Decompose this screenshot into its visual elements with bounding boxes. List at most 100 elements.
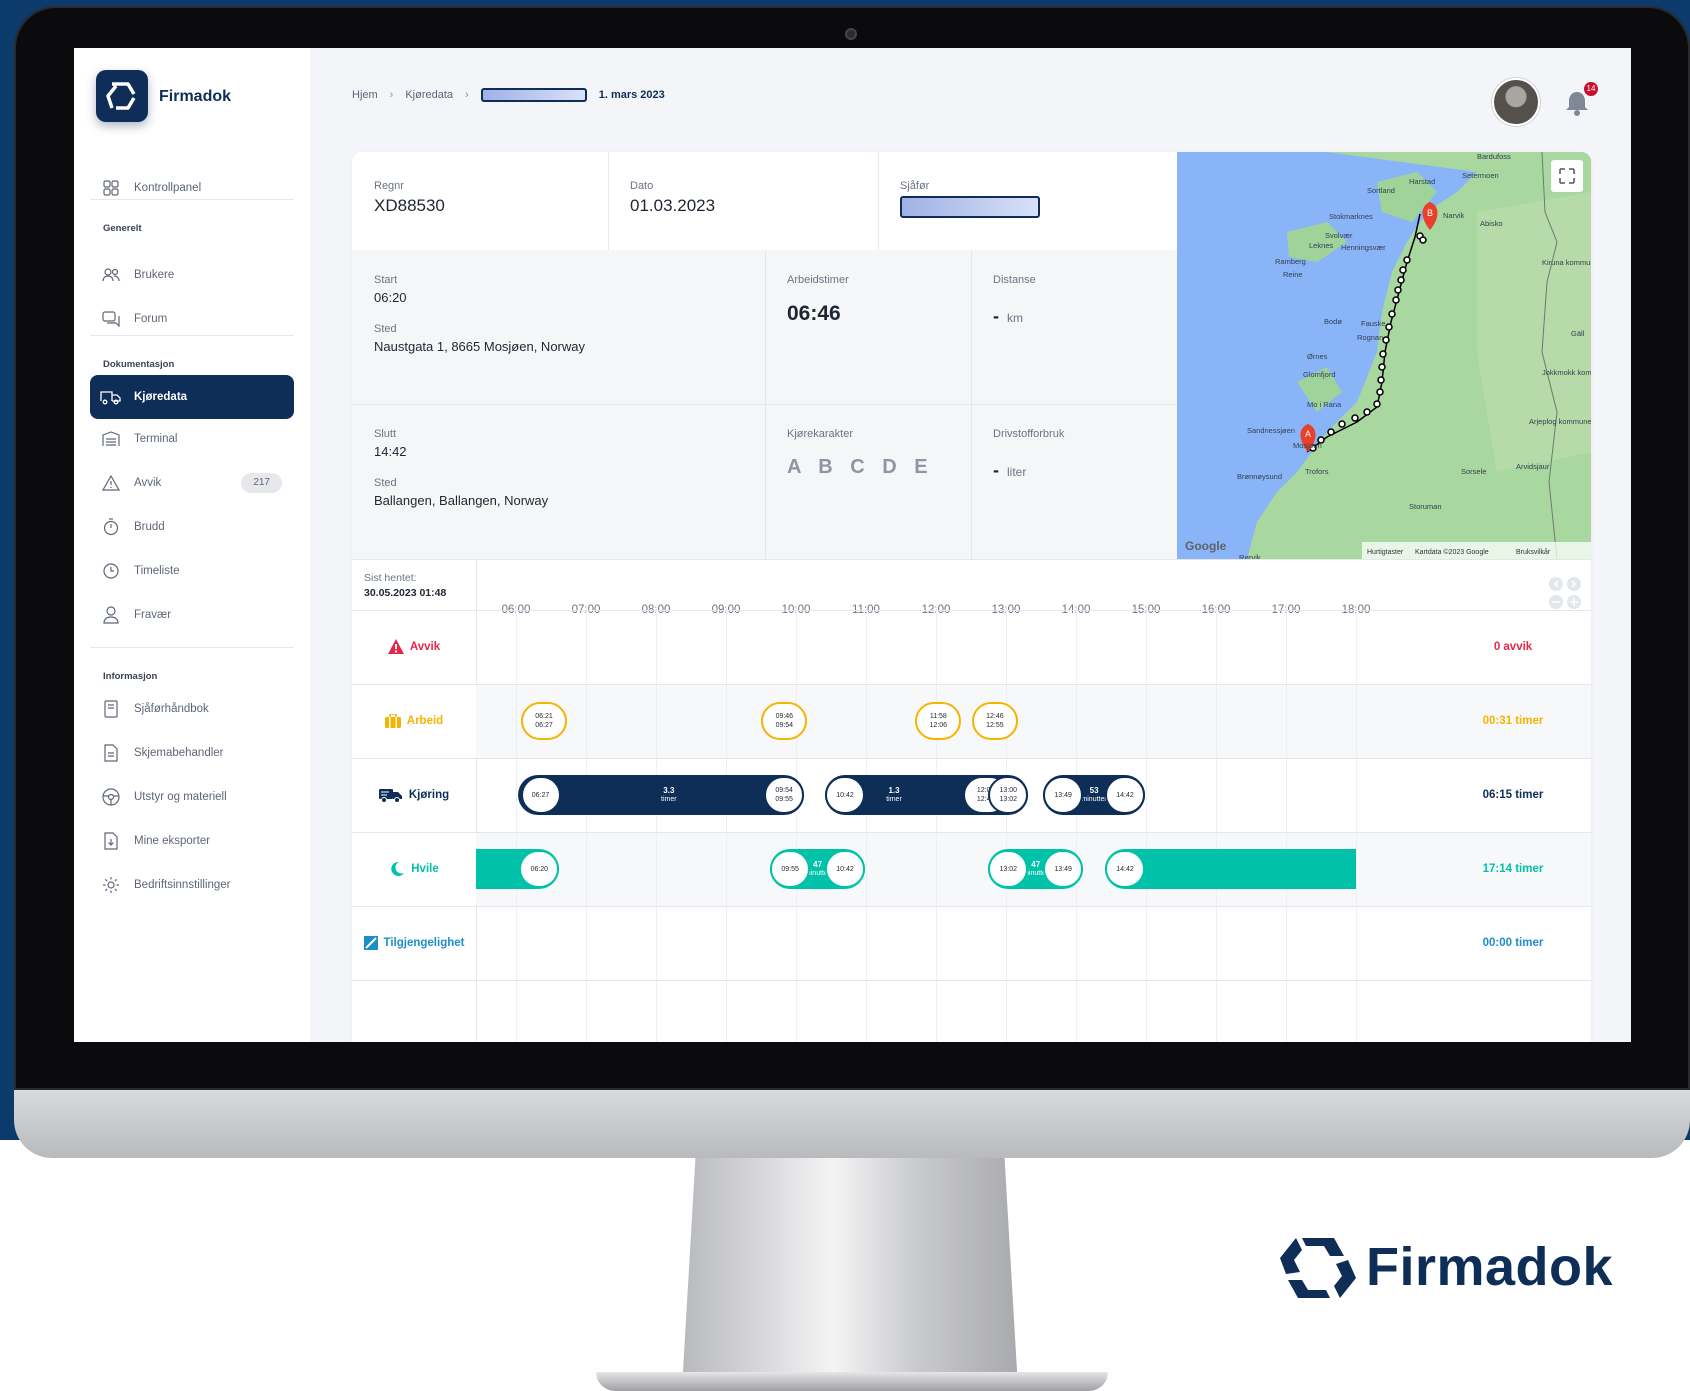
rest-start-bubble[interactable]: 09:55 (770, 850, 811, 888)
work-event-bubble[interactable]: 11:58 12:06 (915, 702, 962, 740)
map-place-label: Svolvær (1325, 231, 1353, 240)
driving-start-bubble[interactable]: 13:49 (1043, 776, 1084, 814)
sidebar-item-forum[interactable]: Forum (90, 298, 294, 340)
map-place-label: Mosjøen (1293, 441, 1322, 450)
map-place-label: Leknes (1309, 241, 1333, 250)
rest-end-bubble[interactable]: 13:49 (1043, 850, 1084, 888)
sidebar-item-skjemabehandler[interactable]: Skjemabehandler (90, 732, 294, 774)
bubble-time: 13:49 (1054, 791, 1072, 799)
row-label-arbeid: Arbeid (352, 681, 476, 760)
row-label-text: Avvik (409, 640, 441, 653)
sidebar-item-fravaer[interactable]: Fravær (90, 594, 294, 636)
rest-end-bubble[interactable]: 06:20 (519, 850, 560, 888)
start-time: 06:20 (374, 290, 407, 305)
start-place: Naustgata 1, 8665 Mosjøen, Norway (374, 339, 585, 354)
divider (608, 152, 609, 250)
truck-icon (100, 386, 122, 408)
sidebar-item-kjoredata[interactable]: Kjøredata (90, 375, 294, 419)
end-label: Slutt (374, 428, 397, 440)
timeline-grid-line (1286, 604, 1287, 1042)
sidebar-item-label: Timeliste (134, 565, 180, 577)
fuel-unit: liter (1007, 465, 1027, 479)
sidebar-item-label: Bedriftsinnstillinger (134, 879, 231, 891)
bubble-time: 14:42 (1116, 865, 1134, 873)
route-map[interactable]: A B Bardufoss Harstad Setermoen Sortland Sto… (1177, 152, 1591, 559)
date-value: 01.03.2023 (630, 196, 716, 215)
users-icon (100, 264, 122, 286)
zoom-controls-icon[interactable] (1548, 576, 1582, 610)
app-logo[interactable] (96, 70, 148, 122)
avatar[interactable] (1492, 78, 1540, 126)
sidebar-item-brukere[interactable]: Brukere (90, 254, 294, 296)
redacted-driver-crumb[interactable] (480, 88, 587, 102)
work-event-bubble[interactable]: 06:21 06:27 (521, 702, 567, 740)
sidebar-item-sjaforhandbok[interactable]: Sjåførhåndbok (90, 688, 294, 730)
steering-wheel-icon (100, 786, 122, 808)
row-total-kjoring: 06:15 timer (1482, 788, 1544, 801)
sidebar-item-timeliste[interactable]: Timeliste (90, 550, 294, 592)
divider (971, 250, 972, 559)
bar-duration-label: 1.3 timer (864, 783, 924, 807)
row-label-text: Tilgjengelighet (383, 936, 465, 949)
fullscreen-button[interactable] (1551, 160, 1583, 192)
map-place-label: Setermoen (1462, 171, 1499, 180)
export-icon (100, 830, 122, 852)
sidebar-item-brudd[interactable]: Brudd (90, 506, 294, 548)
app-screen: Firmadok Kontrollpanel Generelt Brukere … (74, 48, 1631, 1042)
sidebar-item-mine-eksporter[interactable]: Mine eksporter (90, 820, 294, 862)
row-total-avvik: 0 avvik (1493, 640, 1533, 653)
fuel-value-row: - liter (993, 460, 1064, 481)
sidebar-item-kontrollpanel[interactable]: Kontrollpanel (90, 167, 294, 209)
driving-end-bubble[interactable]: 09:54 09:55 (764, 776, 805, 814)
map-place-label: Brønnøysund (1237, 472, 1282, 481)
driving-end-bubble[interactable]: 13:00 13:02 (988, 776, 1029, 814)
map-footer-shortcuts[interactable]: Hurtigtaster (1367, 549, 1404, 556)
rest-start-bubble[interactable]: 14:42 (1105, 850, 1145, 888)
trip-panel: Regnr XD88530 Dato 01.03.2023 Sjåfør Sta… (352, 152, 1591, 1042)
map-place-label: Gäll (1571, 329, 1585, 338)
divider (90, 199, 294, 200)
map-footer-terms[interactable]: Bruksvilkår (1516, 548, 1551, 556)
map-place-label: Fauske (1361, 319, 1386, 328)
warning-icon (100, 472, 122, 494)
timeline-grid-line (516, 604, 517, 1042)
sidebar-item-avvik[interactable]: Avvik 217 (90, 462, 294, 504)
map-place-label: Jokkmokk kommune (1542, 368, 1591, 377)
breadcrumb-home[interactable]: Hjem (352, 89, 378, 101)
map-place-label: Trofors (1305, 467, 1329, 476)
work-event-bubble[interactable]: 09:46 09:54 (761, 702, 808, 740)
end-place: Ballangen, Ballangen, Norway (374, 493, 549, 508)
sidebar-item-label: Avvik (134, 477, 162, 489)
row-label-avvik: Avvik (352, 607, 476, 686)
timeline-row-bg (476, 684, 1591, 758)
bubble-time: 13:00 (999, 787, 1018, 794)
driving-end-bubble[interactable]: 14:42 (1105, 776, 1145, 814)
sidebar-item-bedriftsinnstillinger[interactable]: Bedriftsinnstillinger (90, 864, 294, 906)
timeline-grid-line (796, 604, 797, 1042)
bubble-time: 09:55 (775, 796, 793, 803)
bubble-time: 12:06 (929, 722, 948, 729)
regnr-label: Regnr (374, 180, 404, 192)
sidebar-item-utstyr[interactable]: Utstyr og materiell (90, 776, 294, 818)
divider (90, 647, 294, 648)
bubble-time: 13:02 (999, 796, 1018, 803)
end-place-label: Sted (374, 477, 397, 489)
sidebar-item-label: Forum (134, 313, 168, 325)
bubble-time: 12:46 (986, 713, 1004, 720)
driving-start-bubble[interactable]: 06:27 (520, 776, 561, 814)
divider (352, 684, 1591, 685)
chat-icon (100, 308, 122, 330)
work-event-bubble[interactable]: 12:46 12:55 (971, 702, 1018, 740)
fuel-value: - (993, 460, 999, 480)
map-place-label: Harstad (1409, 177, 1435, 186)
dashboard-icon (100, 177, 122, 199)
row-total-tilgjengelighet: 00:00 timer (1482, 936, 1544, 949)
driving-start-bubble[interactable]: 10:42 (825, 776, 865, 814)
breadcrumb-current: 1. mars 2023 (598, 89, 665, 101)
rest-start-bubble[interactable]: 13:02 (988, 850, 1029, 888)
sidebar-item-terminal[interactable]: Terminal (90, 418, 294, 460)
rest-end-bubble[interactable]: 10:42 (825, 850, 865, 888)
fuel-field: Drivstofforbruk - liter (993, 428, 1064, 481)
breadcrumb-section[interactable]: Kjøredata (405, 89, 453, 101)
grade-label: Kjørekarakter (787, 428, 854, 440)
